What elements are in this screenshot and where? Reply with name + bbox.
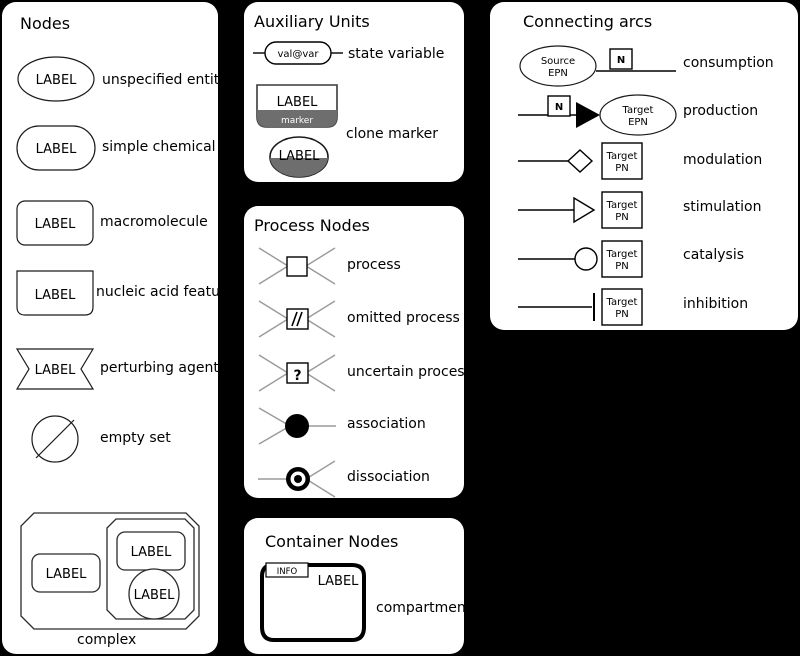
glyph-label-text: LABEL [35, 217, 77, 232]
glyph-production: N Target EPN [518, 90, 678, 138]
glyph-state-variable: val@var [253, 40, 343, 66]
row-label-nucleic-acid-feature: nucleic acid feature [96, 284, 235, 300]
panel-process-nodes-title: Process Nodes [254, 216, 370, 235]
row-label-uncertain-process: uncertain process [347, 364, 472, 380]
row-label-consumption: consumption [683, 55, 774, 71]
state-variable-text: val@var [278, 49, 320, 60]
row-label-macromolecule: macromolecule [100, 214, 208, 230]
target-pn-line1: Target [606, 200, 638, 211]
complex-inner-label-1: LABEL [46, 567, 88, 582]
clone-ellipse-label: LABEL [279, 149, 321, 164]
glyph-label-text: LABEL [36, 73, 78, 88]
row-label-complex: complex [77, 632, 137, 648]
glyph-consumption: Source EPN N [518, 42, 678, 90]
target-epn-line2: EPN [628, 117, 648, 128]
panel-connecting-arcs-title: Connecting arcs [523, 12, 653, 31]
glyph-compartment: INFO LABEL [258, 560, 368, 645]
row-label-empty-set: empty set [100, 430, 171, 446]
glyph-inhibition: Target PN [518, 286, 648, 328]
glyph-empty-set [28, 412, 82, 466]
glyph-uncertain-process: ? [258, 352, 336, 394]
target-pn-line2: PN [615, 212, 629, 223]
row-label-process: process [347, 257, 401, 273]
target-epn-line1: Target [622, 105, 654, 116]
glyph-perturbing-agent: LABEL [15, 348, 95, 390]
complex-inner-label-2: LABEL [131, 545, 173, 560]
glyph-complex: LABEL LABEL LABEL [20, 512, 200, 632]
glyph-unspecified-entity: LABEL [16, 55, 96, 103]
row-label-dissociation: dissociation [347, 469, 430, 485]
row-label-perturbing-agent: perturbing agent [100, 360, 219, 376]
cardinality-label: N [617, 55, 625, 66]
compartment-label-text: LABEL [318, 574, 360, 589]
glyph-association [258, 405, 336, 447]
panel-nodes-title: Nodes [20, 14, 71, 33]
panel-auxiliary-units-title: Auxiliary Units [254, 12, 370, 31]
glyph-dissociation [258, 458, 336, 500]
glyph-label-text: LABEL [36, 142, 78, 157]
row-label-modulation: modulation [683, 152, 763, 168]
row-label-unspecified-entity: unspecified entity [102, 72, 228, 88]
glyph-modulation: Target PN [518, 140, 648, 182]
row-label-stimulation: stimulation [683, 199, 762, 215]
source-epn-line1: Source [541, 56, 575, 67]
glyph-label-text: LABEL [35, 363, 77, 378]
glyph-label-text: LABEL [35, 288, 77, 303]
row-label-clone-marker: clone marker [346, 126, 439, 142]
row-label-simple-chemical: simple chemical [102, 139, 216, 155]
panel-container-nodes-title: Container Nodes [265, 532, 399, 551]
glyph-nucleic-acid-feature: LABEL [16, 270, 94, 316]
clone-marker-marker-text: marker [281, 116, 313, 126]
uncertain-process-text: ? [293, 368, 301, 384]
complex-inner-label-3: LABEL [134, 588, 176, 603]
compartment-info-text: INFO [277, 567, 298, 577]
clone-marker-label: LABEL [277, 95, 319, 110]
target-pn-line1: Target [606, 151, 638, 162]
row-label-production: production [683, 103, 759, 119]
glyph-simple-chemical: LABEL [16, 125, 96, 171]
target-pn-line2: PN [615, 309, 629, 320]
glyph-macromolecule: LABEL [16, 200, 94, 246]
target-pn-line2: PN [615, 261, 629, 272]
row-label-omitted-process: omitted process [347, 310, 460, 326]
glyph-clone-marker-macromolecule: LABEL marker [256, 84, 338, 128]
target-pn-line1: Target [606, 249, 638, 260]
cardinality-label: N [555, 102, 563, 113]
target-pn-line2: PN [615, 163, 629, 174]
glyph-omitted-process [258, 298, 336, 340]
row-label-state-variable: state variable [348, 46, 445, 62]
glyph-catalysis: Target PN [518, 238, 648, 280]
glyph-stimulation: Target PN [518, 189, 648, 231]
row-label-inhibition: inhibition [683, 296, 749, 312]
glyph-process [258, 245, 336, 287]
row-label-compartment: compartment [376, 600, 472, 616]
row-label-association: association [347, 416, 426, 432]
glyph-clone-marker-ellipse: LABEL [268, 136, 330, 178]
target-pn-line1: Target [606, 297, 638, 308]
row-label-catalysis: catalysis [683, 247, 744, 263]
source-epn-line2: EPN [548, 68, 568, 79]
